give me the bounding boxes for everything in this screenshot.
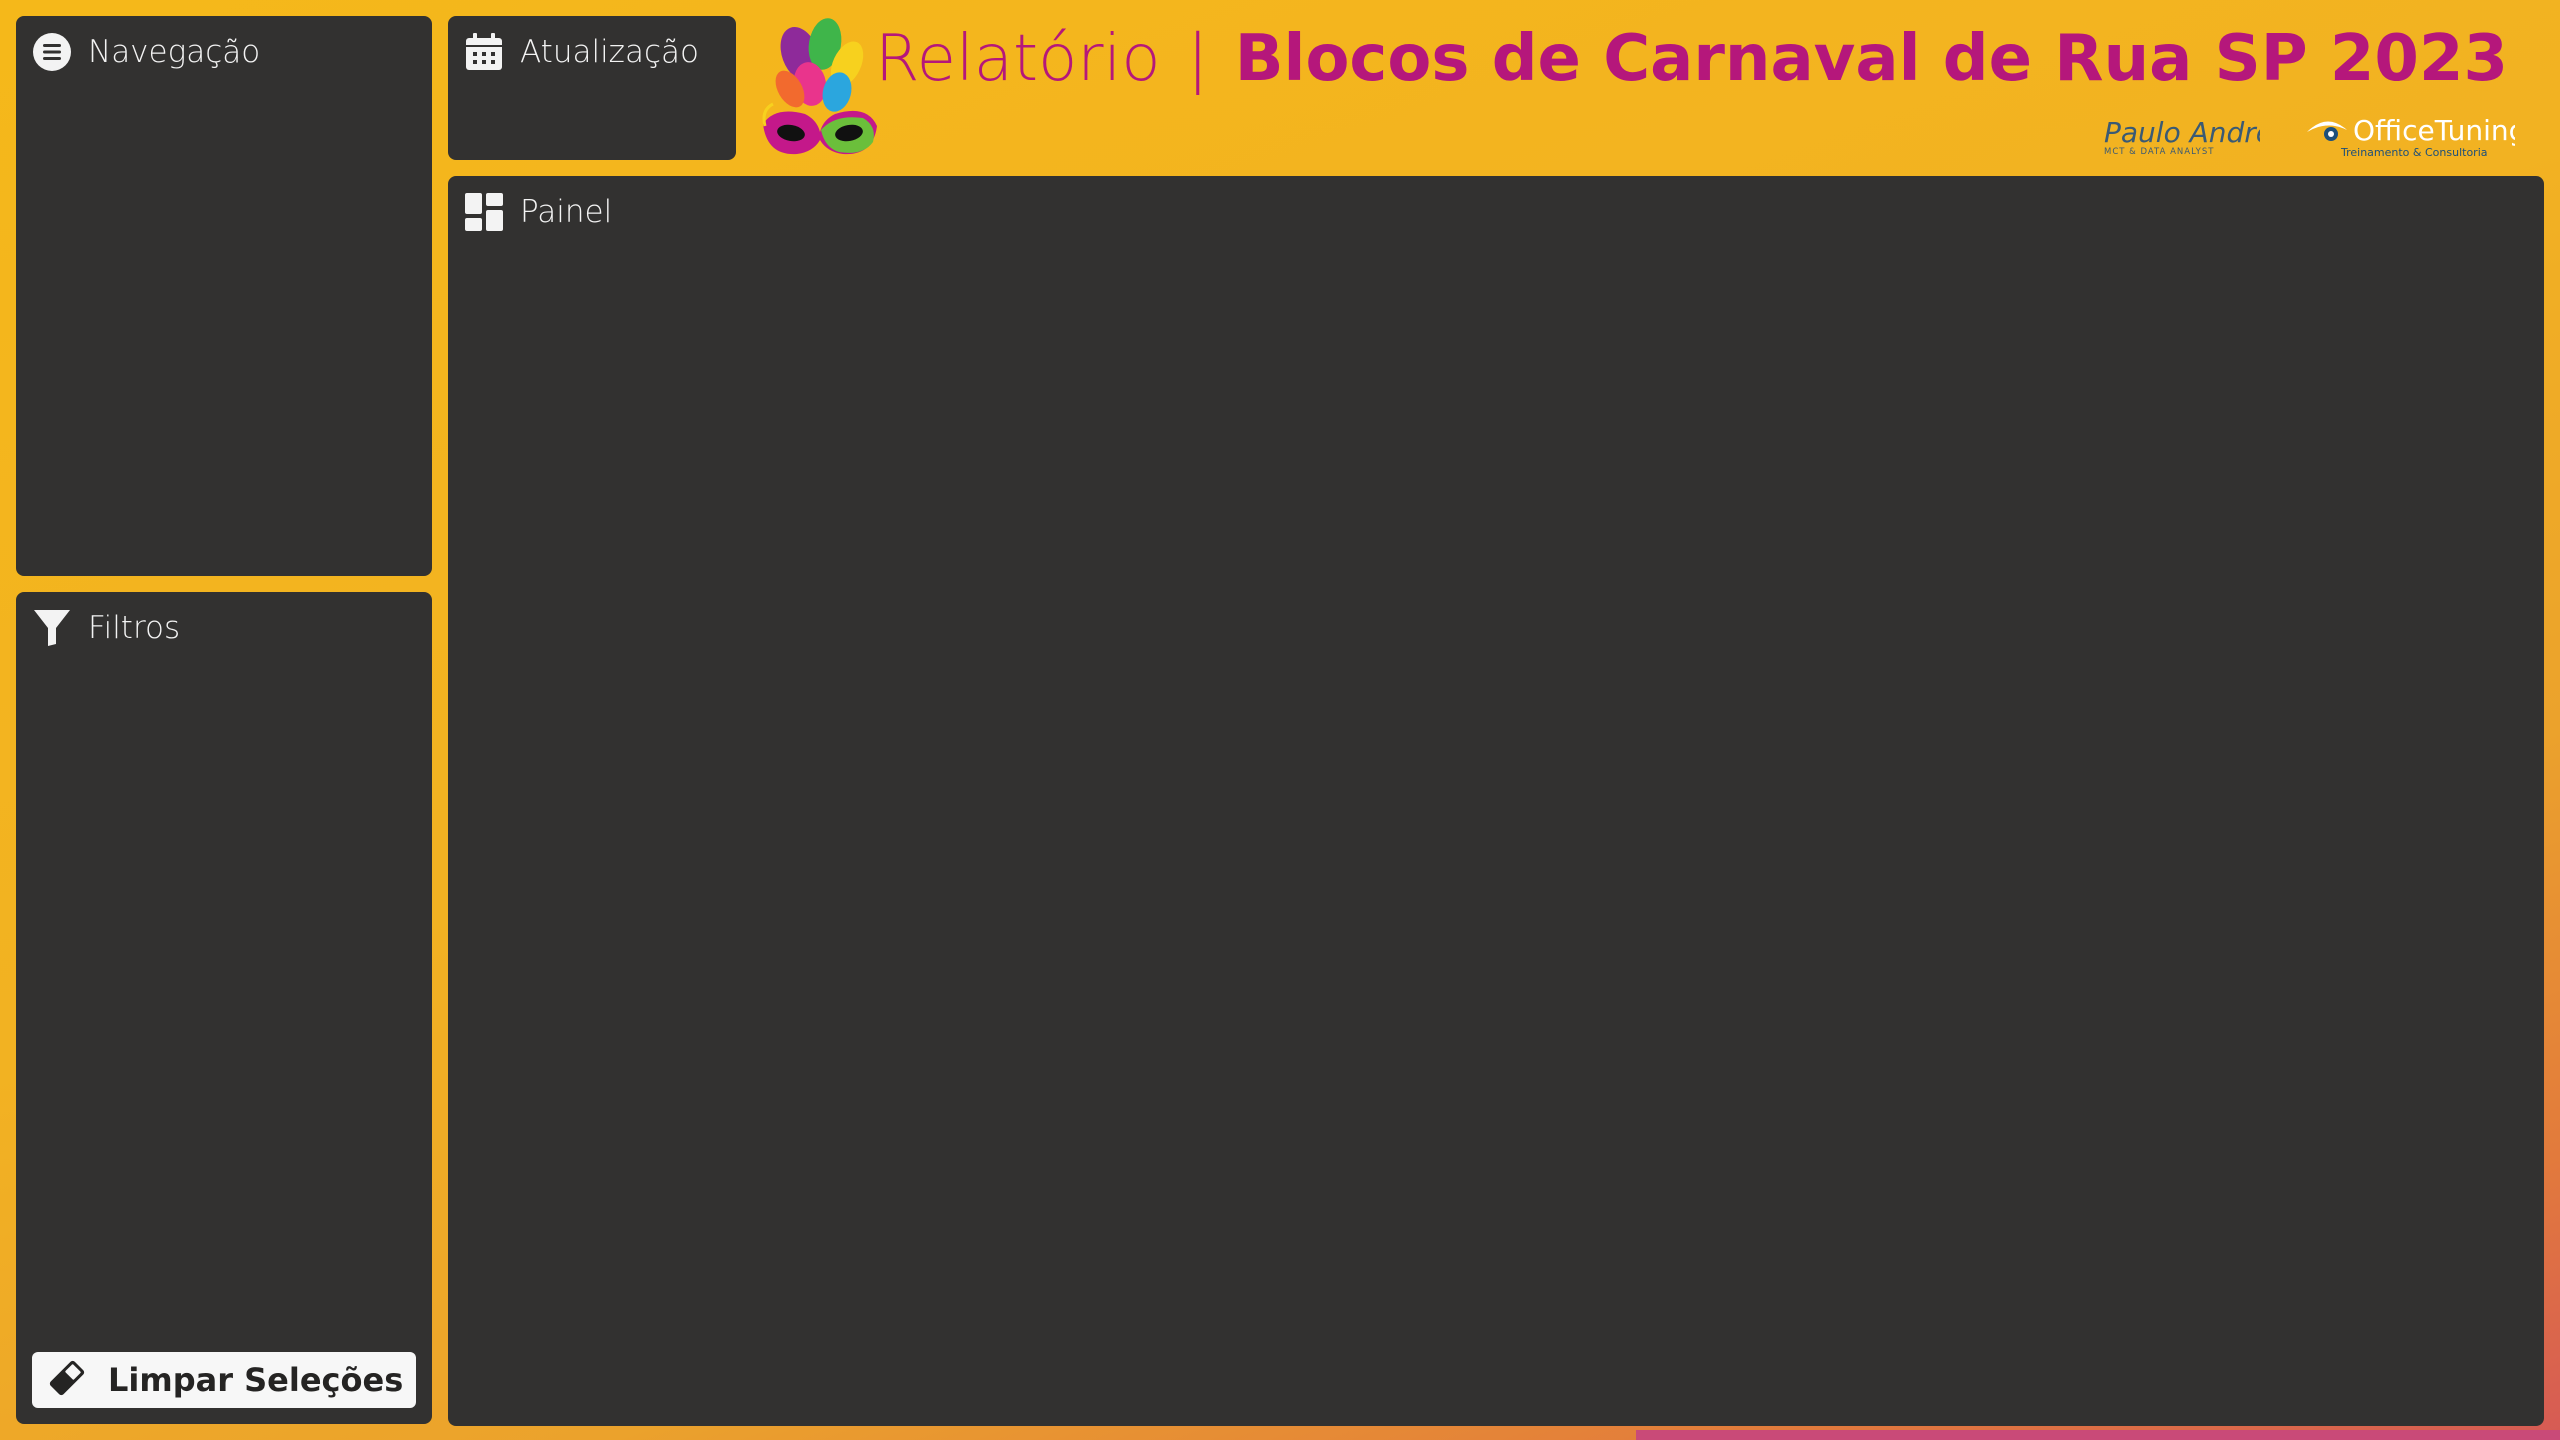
- dashboard-header: Painel: [462, 190, 612, 234]
- filters-panel: Filtros Limpar Seleções: [16, 592, 432, 1424]
- filters-header: Filtros: [30, 606, 180, 650]
- calendar-icon: [462, 30, 506, 74]
- page-title: Relatório | Blocos de Carnaval de Rua SP…: [875, 22, 2508, 96]
- menu-icon: [30, 30, 74, 74]
- update-panel: Atualização: [448, 16, 736, 160]
- svg-text:OfficeTuning: OfficeTuning: [2353, 114, 2515, 147]
- paulo-andre-logo: Paulo Andre MCT & DATA ANALYST: [2104, 116, 2260, 157]
- eraser-icon: [46, 1357, 88, 1403]
- svg-text:Treinamento & Consultoria: Treinamento & Consultoria: [2340, 146, 2488, 159]
- dashboard-panel: Painel: [448, 176, 2544, 1426]
- clear-selections-label: Limpar Seleções: [108, 1361, 404, 1399]
- update-header: Atualização: [462, 30, 699, 74]
- bottom-accent-strip: [1636, 1430, 2560, 1440]
- dashboard-label: Painel: [520, 194, 613, 230]
- title-separator: |: [1186, 22, 1209, 96]
- carnival-mask-logo: [762, 18, 877, 155]
- update-label: Atualização: [520, 34, 699, 70]
- navigation-label: Navegação: [88, 34, 261, 70]
- navigation-panel: Navegação: [16, 16, 432, 576]
- filters-label: Filtros: [88, 610, 181, 646]
- office-tuning-logo: OfficeTuning Treinamento & Consultoria: [2307, 114, 2515, 159]
- filter-icon: [30, 606, 74, 650]
- navigation-header: Navegação: [30, 30, 260, 74]
- clear-selections-button[interactable]: Limpar Seleções: [32, 1352, 416, 1408]
- title-prefix: Relatório: [875, 22, 1161, 96]
- title-main: Blocos de Carnaval de Rua SP 2023: [1234, 22, 2508, 96]
- svg-text:Paulo Andre: Paulo Andre: [2104, 116, 2260, 149]
- dashboard-icon: [462, 190, 506, 234]
- svg-text:MCT & DATA ANALYST: MCT & DATA ANALYST: [2104, 147, 2214, 157]
